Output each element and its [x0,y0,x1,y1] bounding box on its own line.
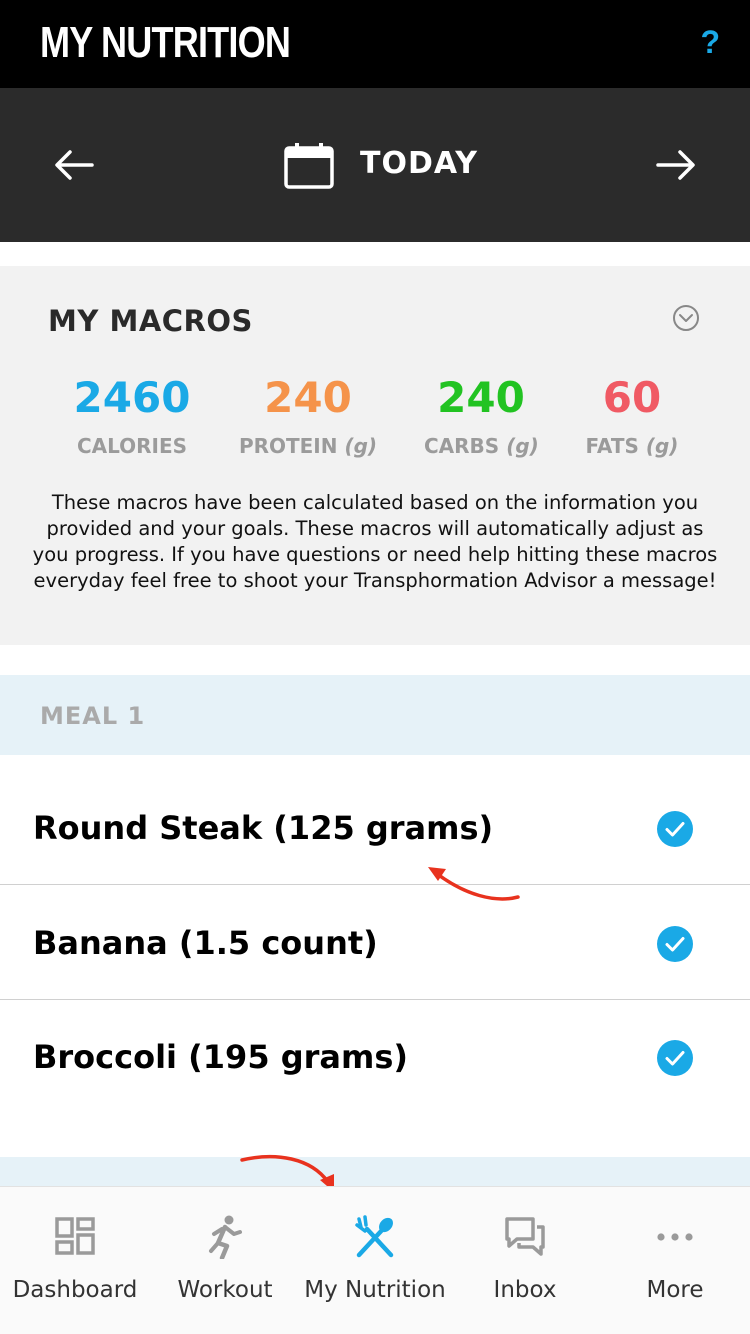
check-circle-icon[interactable] [656,810,694,848]
tab-label: Workout [177,1277,273,1303]
chevron-down-circle-icon[interactable] [672,304,700,332]
tab-label: More [646,1277,704,1303]
check-circle-icon[interactable] [656,1039,694,1077]
tab-dashboard[interactable]: Dashboard [0,1187,150,1334]
tab-label: Inbox [493,1277,557,1303]
annotation-arrow-icon [428,867,520,901]
food-name: Broccoli (195 grams) [33,1038,409,1076]
macro-calories: 2460 CALORIES [70,372,194,458]
tab-label: Dashboard [12,1277,138,1303]
bottom-tab-bar: Dashboard Workout My Nutrition Inbox Mor… [0,1186,750,1334]
check-circle-icon[interactable] [656,925,694,963]
page-title: MY NUTRITION [40,18,291,67]
food-item-banana[interactable]: Banana (1.5 count) [0,886,750,1000]
macro-protein: 240 PROTEIN (g) [238,372,378,458]
utensils-icon [355,1215,394,1258]
next-meal-header [0,1157,750,1187]
macro-label: PROTEIN (g) [238,434,378,458]
macro-carbs: 240 CARBS (g) [424,372,539,458]
macros-description: These macros have been calculated based … [32,491,718,592]
macros-title: MY MACROS [48,304,253,338]
tab-workout[interactable]: Workout [150,1187,300,1334]
macro-label: FATS (g) [585,434,679,458]
date-navigator: TODAY [0,88,750,242]
previous-day-arrow-icon[interactable] [54,148,94,182]
runner-icon [209,1215,242,1259]
meal-header[interactable]: MEAL 1 [0,675,750,755]
macros-card: MY MACROS 2460 CALORIES 240 PROTEIN (g) … [0,266,750,645]
macro-value: 240 [264,373,352,422]
macro-fats: 60 FATS (g) [584,372,680,458]
tab-inbox[interactable]: Inbox [450,1187,600,1334]
macro-value: 2460 [73,373,191,422]
tab-more[interactable]: More [600,1187,750,1334]
meal-title: MEAL 1 [40,702,146,730]
chat-icon [505,1217,545,1256]
food-name: Round Steak (125 grams) [33,809,494,847]
food-item-round-steak[interactable]: Round Steak (125 grams) [0,771,750,885]
calendar-icon[interactable] [283,142,335,190]
food-name: Banana (1.5 count) [33,924,378,962]
tab-label: My Nutrition [304,1277,446,1303]
macro-value: 60 [602,373,662,422]
app-header: MY NUTRITION ? [0,0,750,88]
dashboard-icon [55,1217,95,1255]
food-item-broccoli[interactable]: Broccoli (195 grams) [0,1000,750,1114]
next-day-arrow-icon[interactable] [656,148,696,182]
tab-my-nutrition[interactable]: My Nutrition [300,1187,450,1334]
date-label[interactable]: TODAY [360,146,478,181]
macro-label: CALORIES [76,434,188,458]
help-icon[interactable]: ? [700,24,720,61]
macro-value: 240 [437,373,525,422]
more-icon [657,1233,693,1241]
macro-label: CARBS (g) [424,434,539,458]
